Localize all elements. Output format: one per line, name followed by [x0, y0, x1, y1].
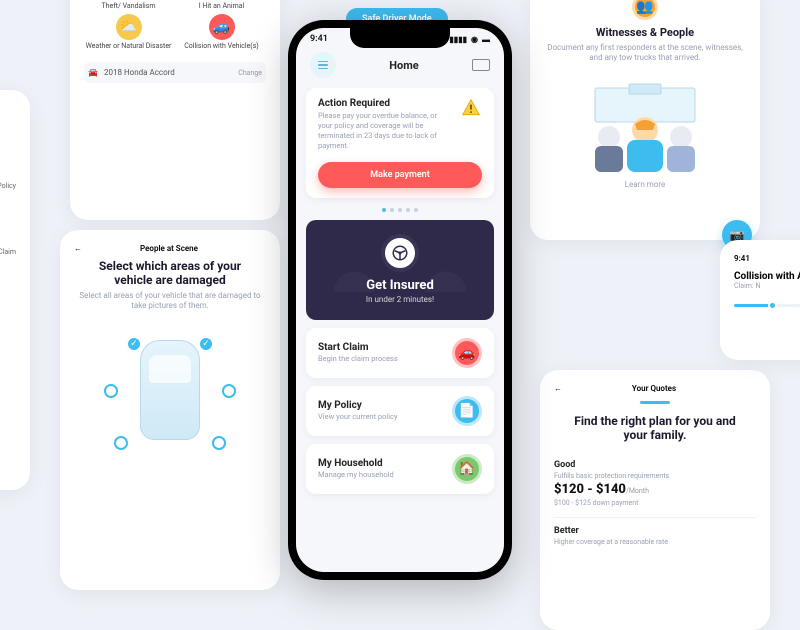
claim-icon: 🚗	[452, 338, 482, 368]
vehicle-selector[interactable]: 🚘 2018 Honda Accord Change	[84, 62, 266, 83]
menu-button[interactable]	[310, 52, 336, 78]
quote-good[interactable]: Good Fulfills basic protection requireme…	[554, 452, 756, 518]
bg-screen-damage: ← People at Scene Select which areas of …	[60, 230, 280, 590]
damage-point-empty[interactable]	[114, 436, 128, 450]
people-illustration	[544, 72, 746, 172]
claim-type-item[interactable]: ⛅ Weather or Natural Disaster	[84, 14, 173, 50]
action-title: Action Required	[318, 98, 448, 109]
get-insured-card[interactable]: Get Insured In under 2 minutes!	[306, 220, 494, 320]
policy-icon: 📄	[452, 396, 482, 426]
witnesses-title: Witnesses & People	[544, 26, 746, 39]
far-left-item: 📄	[0, 144, 16, 182]
damage-point[interactable]: ✓	[198, 336, 214, 352]
signal-icon: ▮▮▮▮	[449, 35, 467, 44]
steering-wheel-icon	[381, 234, 419, 272]
far-left-item: 🚗	[0, 210, 16, 248]
warning-icon	[460, 98, 482, 118]
damage-sub: Select all areas of your vehicle that ar…	[74, 291, 266, 312]
damage-point[interactable]: ✓	[126, 336, 142, 352]
car-illustration	[140, 340, 200, 440]
witnesses-sub: Document any first responders at the sce…	[544, 43, 746, 64]
action-required-card: Action Required Please pay your overdue …	[306, 88, 494, 198]
progress-track	[734, 304, 800, 307]
progress-indicator	[640, 401, 670, 404]
collision-icon: 🚙	[209, 14, 235, 40]
witness-header-icon: 👥	[632, 0, 658, 20]
make-payment-button[interactable]: Make payment	[318, 162, 482, 188]
car-icon: 🚘	[88, 68, 98, 77]
quotes-title: Find the right plan for you and your fam…	[554, 414, 756, 442]
action-desc: Please pay your overdue balance, or your…	[318, 111, 448, 152]
my-policy-item[interactable]: My Policy View your current policy 📄	[306, 386, 494, 436]
damage-point-empty[interactable]	[104, 384, 118, 398]
learn-more-link[interactable]: Learn more	[544, 180, 746, 189]
claim-type-item[interactable]: 🚙 Collision with Vehicle(s)	[177, 14, 266, 50]
damage-point-empty[interactable]	[222, 384, 236, 398]
quotes-header: Your Quotes	[632, 384, 676, 393]
back-arrow-icon[interactable]: ←	[554, 384, 562, 393]
get-insured-title: Get Insured	[318, 278, 482, 293]
bg-screen-claim-types: 🔓 Theft/ Vandalism 🦌 I Hit an Animal ⛅ W…	[70, 0, 280, 220]
weather-icon: ⛅	[116, 14, 142, 40]
notch	[350, 28, 450, 48]
bg-screen-collision-claim: 9:41 Collision with Another Claim. N	[720, 240, 800, 360]
damage-header: People at Scene	[140, 244, 198, 253]
wifi-icon: ◉	[471, 35, 478, 44]
start-claim-item[interactable]: Start Claim Begin the claim process 🚗	[306, 328, 494, 378]
back-arrow-icon[interactable]: ←	[74, 244, 82, 253]
bg-screen-witnesses: 👥 Witnesses & People Document any first …	[530, 0, 760, 240]
bg-screen-far-left: 📄 Policy 🚗 art Claim	[0, 90, 30, 490]
claim-type-item[interactable]: 🦌 I Hit an Animal	[177, 0, 266, 10]
status-time: 9:41	[310, 34, 328, 44]
damage-title: Select which areas of your vehicle are d…	[74, 259, 266, 287]
battery-icon: ▬	[482, 35, 490, 44]
damage-point-empty[interactable]	[212, 436, 226, 450]
carousel-dots	[306, 208, 494, 212]
phone-frame: 9:41 ▮▮▮▮ ◉ ▬ Home Action Required Pleas…	[288, 20, 512, 580]
page-title: Home	[389, 59, 418, 72]
household-icon: 🏠	[452, 454, 482, 484]
quote-better[interactable]: Better Higher coverage at a reasonable r…	[554, 518, 756, 556]
claim-type-item[interactable]: 🔓 Theft/ Vandalism	[84, 0, 173, 10]
card-icon[interactable]	[472, 59, 490, 71]
bg-screen-quotes: ← Your Quotes Find the right plan for yo…	[540, 370, 770, 630]
my-household-item[interactable]: My Household Manage my household 🏠	[306, 444, 494, 494]
app-header: Home	[296, 46, 504, 88]
change-link[interactable]: Change	[238, 69, 262, 77]
get-insured-sub: In under 2 minutes!	[318, 295, 482, 304]
phone-screen: 9:41 ▮▮▮▮ ◉ ▬ Home Action Required Pleas…	[296, 28, 504, 572]
